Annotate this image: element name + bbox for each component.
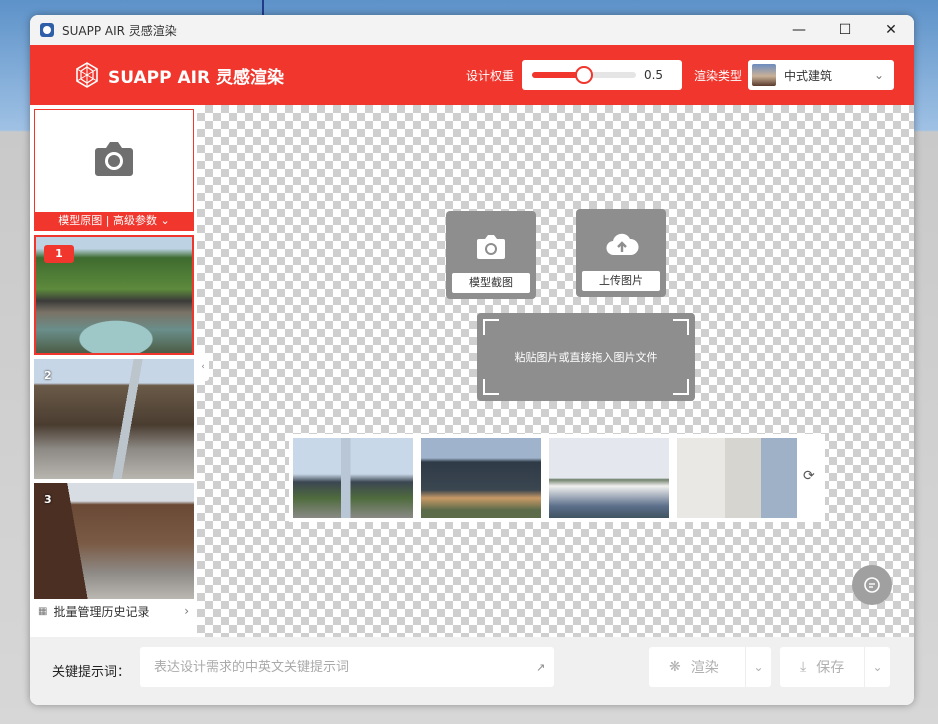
desktop-edge xyxy=(262,0,264,16)
weight-slider[interactable]: 0.5 xyxy=(521,60,682,90)
camera-icon xyxy=(95,142,133,176)
title-bar: SUAPP AIR 灵感渲染 — ☐ ✕ xyxy=(30,15,914,45)
screenshot-label: 模型截图 xyxy=(452,273,530,293)
sidebar-collapse-handle[interactable]: ‹ xyxy=(197,353,209,381)
drop-zone[interactable]: 粘贴图片或直接拖入图片文件 xyxy=(477,313,695,401)
sample-image[interactable] xyxy=(421,438,541,518)
prompt-bar: 关键提示词： ↗ ❋ 渲染 ⌄ ⤓ 保存 ⌄ xyxy=(30,637,914,705)
upload-image-button[interactable]: 上传图片 xyxy=(576,209,666,297)
render-canvas[interactable]: 模型截图 上传图片 粘贴图片或直接拖入图片文件 ⟳ xyxy=(197,105,914,637)
sample-image[interactable] xyxy=(549,438,669,518)
batch-manage-history[interactable]: ▦ 批量管理历史记录 › xyxy=(30,599,197,623)
render-label: 渲染 xyxy=(690,660,719,676)
history-number: 3 xyxy=(44,493,52,506)
close-icon[interactable]: ✕ xyxy=(868,15,914,45)
camera-icon xyxy=(477,235,505,259)
drop-corner xyxy=(483,319,499,335)
maximize-icon[interactable]: ☐ xyxy=(822,15,868,45)
chevron-down-icon: ⌄ xyxy=(160,214,170,227)
sample-image[interactable] xyxy=(677,438,797,518)
chat-icon xyxy=(864,577,880,593)
drop-corner xyxy=(483,379,499,395)
drop-hint: 粘贴图片或直接拖入图片文件 xyxy=(514,351,658,364)
weight-label: 设计权重 xyxy=(465,68,514,83)
advanced-params-toggle[interactable]: 模型原图 | 高级参数 ⌄ xyxy=(35,212,193,230)
save-options-dropdown[interactable]: ⌄ xyxy=(864,647,890,687)
cloud-upload-icon xyxy=(606,233,639,256)
download-icon: ⤓ xyxy=(800,659,807,675)
keyword-input[interactable] xyxy=(140,647,554,687)
sample-image[interactable] xyxy=(293,438,413,518)
logo-icon xyxy=(76,62,98,88)
history-number: 1 xyxy=(44,245,74,263)
history-item[interactable]: 1 xyxy=(34,235,194,355)
save-label: 保存 xyxy=(816,660,845,676)
app-icon xyxy=(40,23,54,37)
render-type-thumbnail xyxy=(752,64,776,86)
sample-gallery: ⟳ xyxy=(289,434,825,522)
chevron-right-icon: › xyxy=(184,604,189,618)
original-label: 模型原图 | 高级参数 xyxy=(58,214,157,227)
drop-corner xyxy=(673,379,689,395)
chevron-down-icon: ⌄ xyxy=(873,68,884,82)
chat-button[interactable] xyxy=(852,565,892,605)
expand-icon[interactable]: ↗ xyxy=(536,661,545,674)
header-bar: SUAPP AIR 灵感渲染 设计权重 0.5 渲染类型 中式建筑 ⌄ xyxy=(30,45,914,105)
render-options-dropdown[interactable]: ⌄ xyxy=(745,647,771,687)
window-title: SUAPP AIR 灵感渲染 xyxy=(62,23,177,38)
upload-label: 上传图片 xyxy=(582,271,660,291)
batch-label: 批量管理历史记录 xyxy=(53,604,150,619)
model-screenshot-button[interactable]: 模型截图 xyxy=(446,211,536,299)
render-type-value: 中式建筑 xyxy=(784,68,833,83)
render-type-select[interactable]: 中式建筑 ⌄ xyxy=(748,60,894,90)
drop-corner xyxy=(673,319,689,335)
weight-value: 0.5 xyxy=(643,68,664,82)
render-type-label: 渲染类型 xyxy=(693,68,742,83)
slider-handle[interactable] xyxy=(574,66,593,84)
history-item[interactable]: 3 xyxy=(34,483,194,603)
history-number: 2 xyxy=(44,369,52,382)
sparkle-icon: ❋ xyxy=(669,659,681,675)
grid-icon: ▦ xyxy=(38,605,48,617)
brand-name: SUAPP AIR 灵感渲染 xyxy=(108,67,285,88)
brand: SUAPP AIR 灵感渲染 xyxy=(74,62,284,88)
refresh-icon[interactable]: ⟳ xyxy=(803,468,815,484)
render-button[interactable]: ❋ 渲染 ⌄ xyxy=(649,647,771,687)
app-window: SUAPP AIR 灵感渲染 — ☐ ✕ SUAPP AIR 灵感渲染 设计权重 xyxy=(30,15,914,705)
save-button[interactable]: ⤓ 保存 ⌄ xyxy=(780,647,890,687)
history-sidebar: 模型原图 | 高级参数 ⌄ 1 2 3 ▦ 批量管理历史记录 › xyxy=(30,105,197,637)
history-item[interactable]: 2 xyxy=(34,359,194,479)
minimize-icon[interactable]: — xyxy=(776,15,822,45)
model-original[interactable]: 模型原图 | 高级参数 ⌄ xyxy=(34,109,194,231)
keyword-label: 关键提示词： xyxy=(52,665,131,680)
